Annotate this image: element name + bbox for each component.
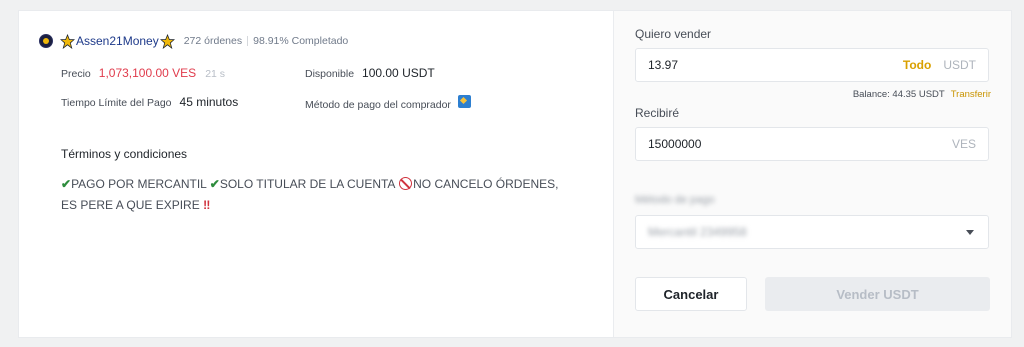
p2p-order-card: Assen21Money 272 órdenes 98.91% Completa… bbox=[18, 10, 1012, 338]
sell-label: Quiero vender bbox=[635, 27, 712, 41]
payment-method-label: Método de pago del comprador bbox=[305, 99, 451, 111]
price-row: Precio 1,073,100.00 VES 21 s bbox=[61, 66, 225, 80]
available-value: 100.00 USDT bbox=[362, 66, 435, 80]
sell-usdt-button[interactable]: Vender USDT bbox=[765, 277, 990, 311]
cancel-button[interactable]: Cancelar bbox=[635, 277, 747, 311]
all-amount-link[interactable]: Todo bbox=[903, 58, 931, 72]
price-value: 1,073,100.00 VES bbox=[98, 66, 197, 80]
merchant-badge-icon bbox=[60, 33, 75, 49]
time-limit-value: 45 minutos bbox=[179, 95, 239, 109]
sell-amount-input[interactable]: 13.97 Todo USDT bbox=[635, 48, 989, 82]
price-timer: 21 s bbox=[205, 68, 226, 80]
balance-row: Balance: 44.35 USDT Transferir bbox=[853, 89, 991, 100]
payment-method-selected[interactable]: Mercantil 2349958 bbox=[648, 225, 976, 239]
payment-method-select[interactable]: Mercantil 2349958 bbox=[635, 215, 989, 249]
advertiser-stats: 272 órdenes 98.91% Completado bbox=[184, 35, 349, 47]
time-limit-label: Tiempo Límite del Pago bbox=[61, 97, 172, 109]
sell-amount-value[interactable]: 13.97 bbox=[648, 58, 903, 72]
avatar-icon[interactable] bbox=[39, 34, 53, 48]
chevron-down-icon[interactable] bbox=[966, 230, 974, 235]
bank-transfer-icon bbox=[457, 95, 471, 108]
transfer-link[interactable]: Transferir bbox=[951, 89, 991, 100]
terms-part-1: PAGO POR MERCANTIL bbox=[71, 177, 207, 191]
prohibited-icon bbox=[399, 177, 413, 190]
available-row: Disponible 100.00 USDT bbox=[305, 66, 435, 80]
completion-rate: 98.91% Completado bbox=[253, 35, 349, 47]
receive-unit: VES bbox=[951, 137, 976, 151]
available-label: Disponible bbox=[305, 68, 355, 80]
receive-amount-input[interactable]: 15000000 VES bbox=[635, 127, 989, 161]
receive-label: Recibiré bbox=[635, 106, 680, 120]
merchant-badge-icon bbox=[159, 33, 175, 49]
sell-unit: USDT bbox=[943, 58, 976, 72]
advertiser-name[interactable]: Assen21Money bbox=[76, 34, 159, 48]
receive-amount-value[interactable]: 15000000 bbox=[648, 137, 952, 151]
time-limit-row: Tiempo Límite del Pago 45 minutos bbox=[61, 95, 238, 109]
check-mark-icon: ✔ bbox=[61, 177, 72, 191]
sell-form-panel: Quiero vender 13.97 Todo USDT Balance: 4… bbox=[613, 11, 1011, 337]
double-exclamation-icon: ‼ bbox=[203, 198, 211, 212]
divider bbox=[247, 36, 249, 46]
terms-text: ✔PAGO POR MERCANTIL ✔SOLO TITULAR DE LA … bbox=[61, 174, 576, 216]
payment-method-row: Método de pago del comprador bbox=[305, 95, 471, 111]
payment-method-select-label: Método de pago bbox=[635, 194, 715, 206]
advertiser-row: Assen21Money 272 órdenes 98.91% Completa… bbox=[39, 31, 348, 51]
check-mark-icon: ✔ bbox=[209, 177, 220, 191]
balance-text: Balance: 44.35 USDT bbox=[852, 89, 945, 100]
terms-title: Términos y condiciones bbox=[61, 147, 188, 161]
order-count: 272 órdenes bbox=[183, 35, 243, 47]
terms-part-2: SOLO TITULAR DE LA CUENTA bbox=[219, 177, 395, 191]
ad-details-panel: Assen21Money 272 órdenes 98.91% Completa… bbox=[19, 11, 613, 337]
price-label: Precio bbox=[61, 68, 91, 80]
